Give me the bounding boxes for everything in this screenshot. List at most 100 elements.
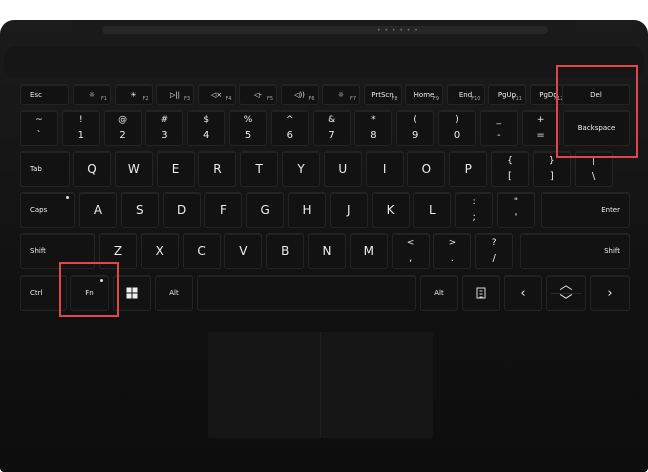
key-space[interactable]	[197, 275, 416, 311]
key-u[interactable]: U	[323, 151, 362, 187]
key-c[interactable]: C	[182, 233, 221, 269]
key-semicolon[interactable]: :;	[455, 192, 494, 228]
key-h[interactable]: H	[288, 192, 326, 228]
arrow-up-icon: ︿	[559, 278, 573, 293]
key-1[interactable]: ! 1	[61, 110, 100, 146]
trackpad-split	[320, 332, 321, 438]
key-t[interactable]: T	[240, 151, 279, 187]
key-2[interactable]: @2	[103, 110, 142, 146]
key-upper-label: $	[203, 115, 210, 125]
key-k[interactable]: K	[371, 192, 410, 228]
key-upper-label: @	[118, 115, 128, 125]
key-f3[interactable]: ▷|| F3	[156, 84, 194, 105]
key-fn-label: F3	[183, 96, 190, 102]
key-f4[interactable]: ◁× F4	[197, 84, 236, 105]
key-j[interactable]: J	[329, 192, 368, 228]
key-p[interactable]: P	[449, 151, 488, 187]
key-f5[interactable]: ◁- F5	[239, 84, 277, 105]
key-caps[interactable]: Caps	[20, 192, 75, 228]
key-o[interactable]: O	[407, 151, 446, 187]
key-f7[interactable]: ☼ F7	[322, 84, 360, 105]
arrow-left-icon: ‹	[520, 286, 526, 301]
key-fn-label: F5	[266, 96, 273, 102]
key-label: Y	[297, 162, 305, 176]
trackpad[interactable]	[208, 332, 433, 438]
key-3[interactable]: #3	[145, 110, 184, 146]
key-period[interactable]: >.	[433, 233, 472, 269]
key-home[interactable]: Home F9	[405, 84, 443, 105]
key-upper-label: )	[455, 115, 459, 125]
key-lower-label: ;	[472, 212, 476, 223]
key-quote[interactable]: " '	[497, 192, 535, 228]
key-7[interactable]: & 7	[312, 110, 351, 146]
key-label: X	[155, 244, 164, 258]
key-esc[interactable]: Esc	[20, 84, 69, 105]
key-5[interactable]: % 5	[229, 110, 267, 146]
key-b[interactable]: B	[266, 233, 305, 269]
key-enter[interactable]: Enter	[541, 192, 630, 228]
keyboard-photo: • • • • • • Esc ☼ F1 ☀ F2 ▷|| F3 ◁× F4 ◁- F5 ◁)) F6 ☼…	[0, 0, 648, 472]
key-upper-label: {	[507, 156, 513, 166]
key-4[interactable]: $4	[187, 110, 226, 146]
key-lower-label: /	[492, 253, 496, 264]
key-upper-label: %	[243, 115, 253, 125]
key-6[interactable]: ^ 6	[270, 110, 309, 146]
key-y[interactable]: Y	[282, 151, 320, 187]
key-label: Enter	[601, 206, 620, 214]
key-x[interactable]: X	[140, 233, 179, 269]
key-minus[interactable]: _ -	[479, 110, 518, 146]
key-label: Alt	[434, 289, 444, 297]
key-w[interactable]: W	[114, 151, 153, 187]
key-tilde[interactable]: ~ `	[20, 110, 58, 146]
key-right[interactable]: ›	[590, 275, 630, 311]
key-prtscn[interactable]: PrtScn F8	[363, 84, 402, 105]
key-lower-label: 4	[203, 130, 210, 141]
key-pgup[interactable]: PgUp F11	[488, 84, 526, 105]
key-lower-label: ]	[549, 171, 554, 182]
key-lbracket[interactable]: {[	[491, 151, 529, 187]
key-label: J	[347, 203, 351, 217]
key-d[interactable]: D	[162, 192, 201, 228]
key-tab[interactable]: Tab	[20, 151, 70, 187]
key-v[interactable]: V	[224, 233, 263, 269]
key-upper-label: ^	[286, 115, 294, 125]
key-0[interactable]: ) 0	[438, 110, 476, 146]
key-upper-label: &	[328, 115, 336, 125]
key-n[interactable]: N	[308, 233, 346, 269]
key-label: H	[302, 203, 312, 217]
key-alt-left[interactable]: Alt	[155, 275, 193, 311]
key-r[interactable]: R	[198, 151, 237, 187]
key-8[interactable]: * 8	[354, 110, 393, 146]
key-slash[interactable]: ? /	[475, 233, 514, 269]
key-f[interactable]: F	[204, 192, 243, 228]
key-m[interactable]: M	[349, 233, 388, 269]
key-g[interactable]: G	[246, 192, 285, 228]
key-9[interactable]: (9	[396, 110, 435, 146]
key-label: Q	[87, 162, 97, 176]
key-upper-label: #	[160, 115, 169, 125]
key-e[interactable]: E	[156, 151, 195, 187]
key-label: K	[386, 203, 395, 217]
key-a[interactable]: A	[79, 192, 117, 228]
key-s[interactable]: S	[120, 192, 159, 228]
key-label: P	[464, 162, 472, 176]
key-l[interactable]: L	[413, 192, 452, 228]
key-alt-right[interactable]: Alt	[420, 275, 458, 311]
key-q[interactable]: Q	[73, 151, 111, 187]
key-label: M	[363, 244, 374, 258]
key-equals[interactable]: + =	[521, 110, 560, 146]
key-f1[interactable]: ☼ F1	[73, 84, 111, 105]
key-end[interactable]: End F10	[446, 84, 485, 105]
key-shift-right[interactable]: Shift	[520, 233, 630, 269]
key-i[interactable]: I	[365, 151, 404, 187]
key-label: I	[382, 162, 387, 176]
key-f6[interactable]: ◁)) F6	[280, 84, 319, 105]
key-left[interactable]: ‹	[504, 275, 542, 311]
key-upper-label: !	[78, 115, 83, 125]
keyboard-spine: • • • • • •	[72, 20, 578, 44]
key-up-down[interactable]: ︿ ﹀	[546, 275, 586, 311]
key-f2[interactable]: ☀ F2	[114, 84, 153, 105]
key-comma[interactable]: <,	[391, 233, 430, 269]
key-label: Shift	[30, 247, 46, 255]
key-menu[interactable]	[462, 275, 500, 311]
